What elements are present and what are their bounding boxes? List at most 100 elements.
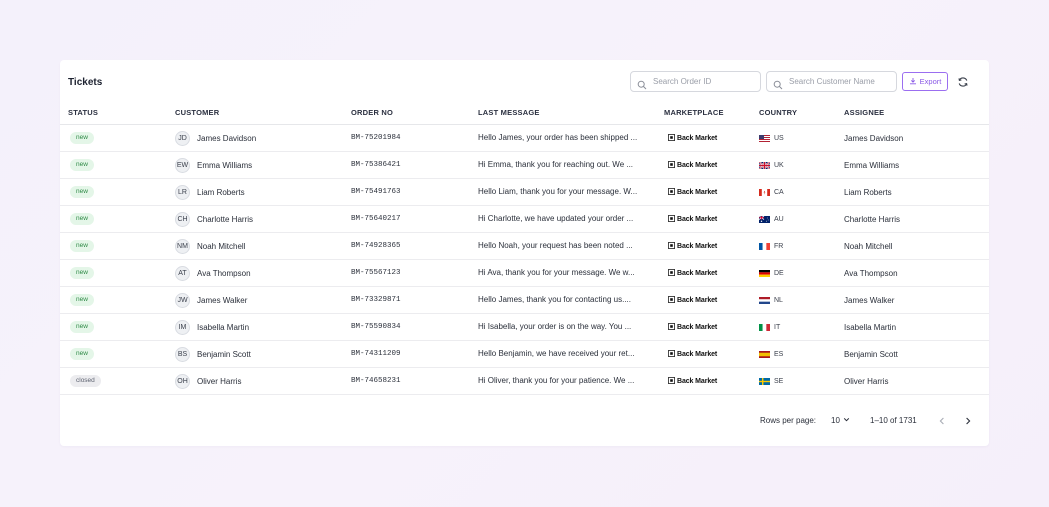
customer-cell: JW James Walker bbox=[175, 287, 247, 313]
country-code: ES bbox=[774, 350, 784, 358]
assignee-name[interactable]: Oliver Harris bbox=[844, 368, 888, 394]
flag-au-icon bbox=[759, 215, 770, 223]
column-header-customer[interactable]: CUSTOMER bbox=[175, 108, 219, 117]
avatar: BS bbox=[175, 346, 190, 362]
order-number[interactable]: BM-74658231 bbox=[351, 368, 401, 394]
refresh-icon[interactable] bbox=[957, 75, 969, 87]
search-customer-name-input[interactable] bbox=[789, 77, 889, 86]
marketplace-logo: Back Market bbox=[668, 160, 717, 170]
customer-cell: BS Benjamin Scott bbox=[175, 341, 251, 367]
country-code: SE bbox=[774, 377, 784, 385]
marketplace-logo: Back Market bbox=[668, 214, 717, 224]
assignee-name[interactable]: Ava Thompson bbox=[844, 260, 898, 286]
column-header-last-message[interactable]: LAST MESSAGE bbox=[478, 108, 540, 117]
last-message-cell: Hello Liam, thank you for your message. … bbox=[478, 179, 646, 205]
assignee-name[interactable]: Noah Mitchell bbox=[844, 233, 892, 259]
marketplace-cell: Back Market bbox=[668, 314, 717, 340]
customer-cell: AT Ava Thompson bbox=[175, 260, 251, 286]
order-number[interactable]: BM-75386421 bbox=[351, 152, 401, 178]
last-message: Hi Oliver, thank you for your patience. … bbox=[478, 376, 635, 385]
table-row[interactable]: new BS Benjamin Scott BM-74311209 Hello Benj… bbox=[60, 341, 989, 368]
order-number[interactable]: BM-75491763 bbox=[351, 179, 401, 205]
table-row[interactable]: new AT Ava Thompson BM-75567123 Hi Ava, than… bbox=[60, 260, 989, 287]
tickets-toolbar: Tickets Export bbox=[60, 60, 989, 104]
marketplace-name: Back Market bbox=[677, 323, 718, 331]
table-row[interactable]: closed OH Oliver Harris BM-74658231 Hi Olive… bbox=[60, 368, 989, 395]
status-badge: new bbox=[70, 240, 94, 252]
status-cell: new bbox=[70, 287, 94, 313]
table-row[interactable]: new CH Charlotte Harris BM-75640217 Hi Charl… bbox=[60, 206, 989, 233]
flag-fr-icon bbox=[759, 242, 770, 250]
order-number[interactable]: BM-74928365 bbox=[351, 233, 401, 259]
country-code: IT bbox=[774, 323, 781, 331]
export-button[interactable]: Export bbox=[902, 72, 948, 91]
search-order-id-input[interactable] bbox=[653, 77, 753, 86]
rows-per-page-select[interactable]: 10 bbox=[831, 416, 850, 425]
order-number[interactable]: BM-75201984 bbox=[351, 125, 401, 151]
assignee-name[interactable]: James Davidson bbox=[844, 125, 903, 151]
table-row[interactable]: new EW Emma Williams BM-75386421 Hi Emma, th… bbox=[60, 152, 989, 179]
marketplace-logo: Back Market bbox=[668, 376, 717, 386]
country-cell: DE bbox=[759, 260, 784, 286]
assignee-name[interactable]: Charlotte Harris bbox=[844, 206, 900, 232]
customer-name: Oliver Harris bbox=[197, 376, 242, 386]
column-header-status[interactable]: STATUS bbox=[68, 108, 98, 117]
status-badge: new bbox=[70, 321, 94, 333]
table-row[interactable]: new JW James Walker BM-73329871 Hello James,… bbox=[60, 287, 989, 314]
assignee-name[interactable]: Benjamin Scott bbox=[844, 341, 898, 367]
table-row[interactable]: new LR Liam Roberts BM-75491763 Hello Liam, … bbox=[60, 179, 989, 206]
customer-name: James Davidson bbox=[197, 133, 257, 143]
marketplace-name: Back Market bbox=[677, 269, 718, 277]
country-code: US bbox=[774, 134, 784, 142]
marketplace-name: Back Market bbox=[677, 188, 718, 196]
avatar: EW bbox=[175, 157, 190, 173]
last-message-cell: Hello James, your order has been shipped… bbox=[478, 125, 646, 151]
order-number[interactable]: BM-75590834 bbox=[351, 314, 401, 340]
customer-name: Charlotte Harris bbox=[197, 214, 254, 224]
status-cell: new bbox=[70, 206, 94, 232]
customer-cell: EW Emma Williams bbox=[175, 152, 252, 178]
status-cell: new bbox=[70, 125, 94, 151]
table-row[interactable]: new NM Noah Mitchell BM-74928365 Hello Noah,… bbox=[60, 233, 989, 260]
flag-us-icon bbox=[759, 134, 770, 142]
search-order-id-field[interactable] bbox=[630, 71, 761, 92]
back-market-logo-icon bbox=[668, 187, 675, 197]
marketplace-name: Back Market bbox=[677, 350, 718, 358]
assignee-name[interactable]: Isabella Martin bbox=[844, 314, 896, 340]
status-badge: new bbox=[70, 348, 94, 360]
rows-per-page-label: Rows per page: bbox=[760, 416, 817, 425]
status-badge: new bbox=[70, 132, 94, 144]
column-header-marketplace[interactable]: MARKETPLACE bbox=[664, 108, 724, 117]
assignee-name[interactable]: James Walker bbox=[844, 287, 894, 313]
column-header-order-no[interactable]: ORDER NO bbox=[351, 108, 393, 117]
avatar: AT bbox=[175, 265, 190, 281]
avatar: JD bbox=[175, 130, 190, 146]
assignee-name[interactable]: Liam Roberts bbox=[844, 179, 892, 205]
status-cell: new bbox=[70, 260, 94, 286]
avatar: JW bbox=[175, 292, 190, 308]
column-header-country[interactable]: COUNTRY bbox=[759, 108, 797, 117]
previous-page-icon[interactable] bbox=[936, 414, 948, 426]
search-customer-name-field[interactable] bbox=[766, 71, 897, 92]
order-number[interactable]: BM-73329871 bbox=[351, 287, 401, 313]
next-page-icon[interactable] bbox=[962, 414, 974, 426]
table-row[interactable]: new IM Isabella Martin BM-75590834 Hi Isabel… bbox=[60, 314, 989, 341]
flag-se-icon bbox=[759, 377, 770, 385]
column-header-assignee[interactable]: ASSIGNEE bbox=[844, 108, 884, 117]
last-message-cell: Hi Isabella, your order is on the way. Y… bbox=[478, 314, 646, 340]
order-number[interactable]: BM-74311209 bbox=[351, 341, 401, 367]
country-code: CA bbox=[774, 188, 784, 196]
order-number[interactable]: BM-75567123 bbox=[351, 260, 401, 286]
marketplace-logo: Back Market bbox=[668, 133, 717, 143]
assignee-name[interactable]: Emma Williams bbox=[844, 152, 899, 178]
last-message-cell: Hi Charlotte, we have updated your order… bbox=[478, 206, 646, 232]
customer-name: Noah Mitchell bbox=[197, 241, 246, 251]
last-message: Hello James, your order has been shipped… bbox=[478, 133, 638, 142]
avatar: NM bbox=[175, 238, 190, 254]
order-number[interactable]: BM-75640217 bbox=[351, 206, 401, 232]
table-row[interactable]: new JD James Davidson BM-75201984 Hello Jame… bbox=[60, 125, 989, 152]
flag-it-icon bbox=[759, 323, 770, 331]
marketplace-logo: Back Market bbox=[668, 295, 717, 305]
marketplace-logo: Back Market bbox=[668, 349, 718, 359]
back-market-logo-icon bbox=[668, 295, 675, 305]
